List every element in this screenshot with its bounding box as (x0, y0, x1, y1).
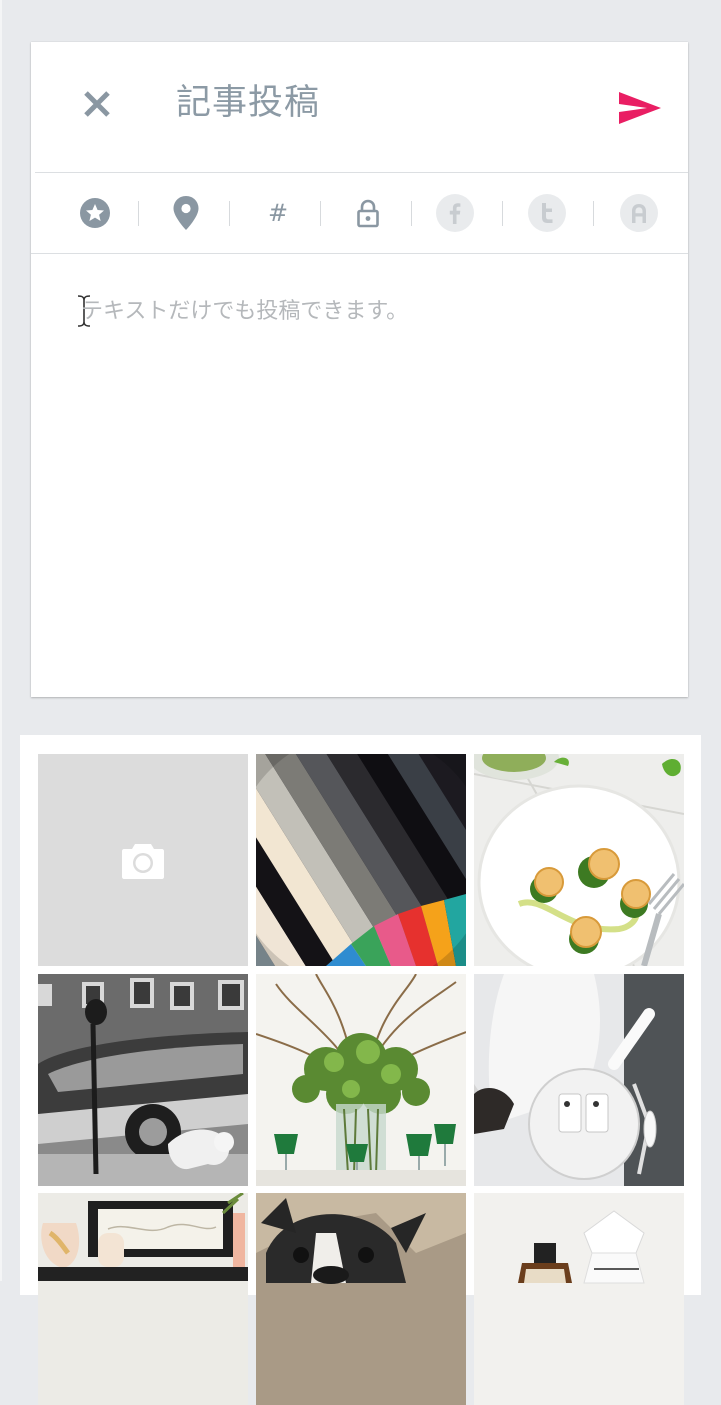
photo-white-round-bag[interactable] (474, 974, 684, 1186)
toolbar-separator (320, 201, 321, 226)
lock-icon (357, 199, 379, 228)
facebook-icon (436, 194, 474, 232)
toolbar-separator (502, 201, 503, 226)
ameba-button[interactable] (619, 193, 659, 233)
photo-gallery (20, 735, 701, 1405)
ameba-icon (620, 194, 658, 232)
twitter-button[interactable] (527, 193, 567, 233)
text-placeholder: テキストだけでも投稿できます。 (81, 299, 409, 324)
photo-french-bulldog[interactable] (256, 1193, 466, 1405)
toolbar-divider (31, 253, 688, 254)
toolbar-separator (138, 201, 139, 226)
hashtag-button[interactable]: # (258, 193, 298, 233)
left-edge (0, 0, 2, 1281)
photo-bottles[interactable] (474, 1193, 684, 1405)
camera-icon (122, 844, 164, 879)
camera-tile[interactable] (38, 754, 248, 966)
photo-flower-arrangement[interactable] (256, 974, 466, 1186)
photo-food-plate[interactable] (474, 754, 684, 966)
page-title: 記事投稿 (176, 83, 321, 123)
post-text-area[interactable]: テキストだけでも投稿できます。 (75, 292, 655, 672)
hashtag-icon: # (267, 199, 289, 227)
toolbar-separator (229, 201, 230, 226)
star-icon (80, 198, 110, 228)
location-button[interactable] (166, 193, 206, 233)
location-pin-icon (173, 196, 199, 230)
send-button[interactable] (617, 88, 663, 128)
toolbar-separator (411, 201, 412, 226)
photo-street-car-dog[interactable] (38, 974, 248, 1186)
compose-header: 記事投稿 (31, 42, 688, 172)
send-icon (619, 92, 661, 124)
photo-striped-color-swatch[interactable] (256, 754, 466, 966)
post-toolbar: # (31, 173, 688, 253)
facebook-button[interactable] (435, 193, 475, 233)
photo-shelf-vases[interactable] (38, 1193, 248, 1405)
toolbar-separator (593, 201, 594, 226)
compose-card: 記事投稿 # テキストだけでも投稿できます。 (31, 42, 688, 697)
star-button[interactable] (75, 193, 115, 233)
lock-button[interactable] (348, 193, 388, 233)
close-icon (84, 91, 110, 117)
twitter-icon (528, 194, 566, 232)
close-button[interactable] (77, 84, 117, 124)
